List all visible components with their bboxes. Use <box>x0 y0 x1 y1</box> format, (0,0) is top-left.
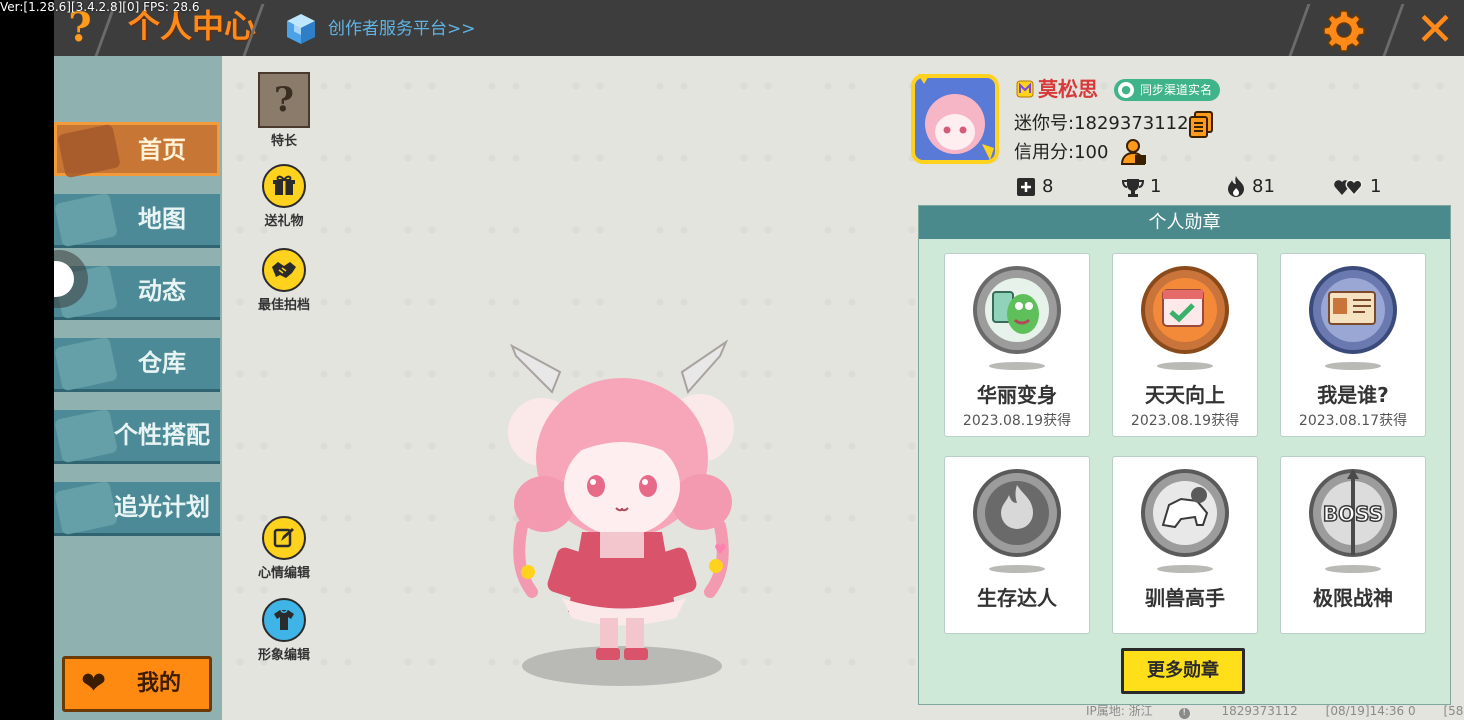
medal-card[interactable]: 华丽变身 2023.08.19获得 <box>944 253 1090 437</box>
best-partner-label: 最佳拍档 <box>257 298 310 313</box>
sidebar-item-label: 动态 <box>138 277 186 305</box>
medal-name: 天天向上 <box>1145 383 1225 407</box>
debug-overlay: Ver:[1.28.6][3.4.2.8][0] FPS: 28.6 <box>0 0 200 14</box>
talent-button[interactable]: ? 特长 <box>248 72 320 149</box>
medal-date: 2023.08.19获得 <box>962 413 1072 429</box>
stat-posts-value: 8 <box>1042 176 1054 197</box>
sidebar-item-warehouse[interactable]: 仓库 <box>54 336 220 392</box>
beast-tamer-medal-icon <box>1141 469 1229 573</box>
ip-location: IP属地: 浙江! <box>1086 704 1194 719</box>
transform-medal-icon <box>973 266 1061 370</box>
stat-heat: 81 <box>1226 174 1275 200</box>
boss-medal-icon: BOSS <box>1309 469 1397 573</box>
flame-icon <box>1228 176 1244 197</box>
mine-button[interactable]: ❤ 我的 <box>62 656 212 712</box>
stat-posts: 8 <box>1016 174 1053 200</box>
sidebar-item-outfit[interactable]: 个性搭配 <box>54 408 220 464</box>
mini-id: 迷你号:1829373112 <box>1014 113 1189 134</box>
medal-name: 华丽变身 <box>977 383 1057 407</box>
mine-button-label: 我的 <box>137 671 182 696</box>
user-icon: ● <box>1118 82 1134 98</box>
sidebar-item-map[interactable]: 地图 <box>54 192 220 248</box>
sidebar: 首页 地图 动态 仓库 个性搭配 追光计划 ❤ 我的 <box>54 56 222 720</box>
medal-card[interactable]: BOSS 极限战神 <box>1280 456 1426 634</box>
sidebar-item-light-plan[interactable]: 追光计划 <box>54 480 220 536</box>
stat-trophies: 1 <box>1121 174 1162 200</box>
medal-card[interactable]: 天天向上 2023.08.19获得 <box>1112 253 1258 437</box>
realname-sync-badge[interactable]: ● 同步渠道实名 <box>1114 79 1221 101</box>
gift-icon <box>262 164 306 208</box>
credit-user-icon[interactable] <box>1120 138 1148 166</box>
info-icon[interactable]: ! <box>1178 708 1190 719</box>
sidebar-item-label: 首页 <box>138 136 186 164</box>
send-gift-button[interactable]: 送礼物 <box>248 164 320 229</box>
medal-date: 2023.08.19获得 <box>1130 413 1240 429</box>
svg-text:♥: ♥ <box>714 542 727 558</box>
stat-likes: 1 <box>1334 174 1381 200</box>
sidebar-item-home[interactable]: 首页 <box>54 122 220 179</box>
medal-name: 驯兽高手 <box>1145 586 1225 610</box>
copy-icon[interactable] <box>1188 110 1214 138</box>
personal-medals-panel: 个人勋章 华丽变身 2023.08.19获得 天天向上 2023.08.19获得… <box>918 205 1451 705</box>
medal-date: 2023.08.17获得 <box>1298 413 1408 429</box>
medal-card[interactable]: 生存达人 <box>944 456 1090 634</box>
vip-badge-icon <box>1016 80 1034 98</box>
cube-icon[interactable] <box>284 12 318 46</box>
realname-sync-label: 同步渠道实名 <box>1140 83 1213 97</box>
close-icon[interactable]: ✕ <box>1412 6 1458 52</box>
sidebar-item-label: 个性搭配 <box>114 421 210 449</box>
talent-label: 特长 <box>270 134 297 149</box>
medal-panel-title: 个人勋章 <box>919 206 1450 239</box>
daily-progress-medal-icon <box>1141 266 1229 370</box>
footer-info: IP属地: 浙江! 1829373112 [08/19]14:36 0 [58]… <box>1086 703 1464 719</box>
gear-icon[interactable] <box>1322 8 1366 52</box>
send-gift-label: 送礼物 <box>264 214 304 229</box>
look-edit-button[interactable]: 形象编辑 <box>248 598 320 663</box>
medal-name: 极限战神 <box>1313 586 1393 610</box>
question-icon: ? <box>258 72 310 128</box>
stat-heat-value: 81 <box>1252 176 1275 197</box>
footer-uid: 1829373112 <box>1221 704 1298 718</box>
add-post-icon <box>1017 178 1035 196</box>
hearts-icon <box>1334 179 1363 197</box>
sidebar-item-label: 地图 <box>138 205 186 233</box>
mood-edit-button[interactable]: 心情编辑 <box>248 516 320 581</box>
survival-medal-icon <box>973 469 1061 573</box>
credit-score: 信用分:100 <box>1014 142 1109 163</box>
stat-trophies-value: 1 <box>1150 176 1162 197</box>
medal-name: 生存达人 <box>977 586 1057 610</box>
stat-likes-value: 1 <box>1370 176 1382 197</box>
edit-icon <box>262 516 306 560</box>
footer-timestamp: [08/19]14:36 0 <box>1325 704 1416 718</box>
personal-center-screen: ? 个人中心 创作者服务平台>> ✕ 首页 地图 动态 仓库 个性搭配 追光计划… <box>54 0 1464 720</box>
heart-icon: ❤ <box>81 666 107 701</box>
medal-card[interactable]: 我是谁? 2023.08.17获得 <box>1280 253 1426 437</box>
divider <box>1382 4 1405 56</box>
sidebar-item-label: 追光计划 <box>114 493 210 521</box>
handshake-icon <box>262 248 306 292</box>
sidebar-item-label: 仓库 <box>138 349 186 377</box>
trophy-icon <box>1121 179 1145 197</box>
avatar[interactable] <box>910 70 1000 166</box>
who-am-i-medal-icon <box>1309 266 1397 370</box>
footer-version: [58]1.28.6 <box>1443 704 1464 718</box>
outfit-icon <box>262 598 306 642</box>
mood-edit-label: 心情编辑 <box>257 566 310 581</box>
boss-label: BOSS <box>1323 502 1383 526</box>
username: 莫松思 <box>1038 77 1098 101</box>
player-character[interactable]: ♥ <box>482 336 758 692</box>
divider <box>1288 4 1311 56</box>
best-partner-button[interactable]: 最佳拍档 <box>248 248 320 313</box>
more-medals-button[interactable]: 更多勋章 <box>1121 648 1245 694</box>
medal-name: 我是谁? <box>1317 383 1389 407</box>
creator-platform-link[interactable]: 创作者服务平台>> <box>328 16 476 42</box>
look-edit-label: 形象编辑 <box>257 648 310 663</box>
medal-card[interactable]: 驯兽高手 <box>1112 456 1258 634</box>
top-bar: ? 个人中心 创作者服务平台>> ✕ <box>54 0 1464 56</box>
